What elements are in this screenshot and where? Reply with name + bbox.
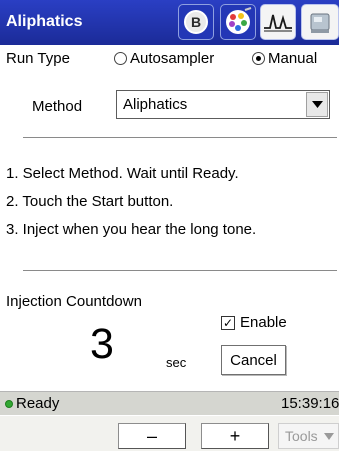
status-indicator-icon (5, 400, 13, 408)
radio-autosampler-label: Autosampler (130, 50, 215, 67)
cancel-button[interactable]: Cancel (221, 345, 286, 375)
method-select[interactable]: Aliphatics (116, 90, 330, 119)
injection-countdown-label: Injection Countdown (6, 293, 142, 310)
instruction-step: 2. Touch the Start button. (6, 193, 174, 210)
app-title: Aliphatics (6, 13, 83, 30)
instruction-step: 1. Select Method. Wait until Ready. (6, 165, 239, 182)
radio-manual[interactable]: Manual (252, 50, 317, 67)
instruction-step: 3. Inject when you hear the long tone. (6, 221, 257, 238)
enable-checkbox[interactable]: ✓ Enable (221, 314, 287, 331)
title-bar: Aliphatics B (0, 0, 339, 45)
status-time: 15:39:16 (281, 395, 339, 412)
run-type-label: Run Type (6, 50, 70, 67)
chevron-down-icon[interactable] (306, 92, 328, 117)
radio-circle (114, 52, 127, 65)
svg-text:B: B (191, 14, 201, 30)
method-label: Method (32, 98, 83, 115)
signal-waveform-icon[interactable] (260, 4, 296, 40)
divider-top (23, 137, 337, 138)
radio-autosampler[interactable]: Autosampler (114, 50, 214, 67)
plus-button[interactable]: + (201, 423, 269, 449)
tools-label: Tools (285, 428, 318, 444)
countdown-value: 3 (90, 320, 114, 368)
color-palette-icon[interactable] (220, 4, 256, 40)
chevron-down-icon (323, 432, 334, 440)
radio-circle-selected (252, 52, 265, 65)
method-selected-value: Aliphatics (123, 96, 188, 113)
b-circle-icon[interactable]: B (178, 4, 214, 40)
status-bar: Ready 15:39:16 (0, 391, 339, 415)
bottom-toolbar: – + Tools (0, 416, 339, 451)
instrument-icon[interactable] (301, 4, 339, 40)
divider-bottom (23, 270, 337, 271)
status-text: Ready (16, 395, 60, 412)
enable-label: Enable (240, 314, 287, 331)
radio-manual-label: Manual (268, 50, 318, 67)
minus-button[interactable]: – (118, 423, 186, 449)
countdown-unit: sec (166, 355, 187, 370)
tools-menu-button[interactable]: Tools (278, 423, 339, 449)
checkbox-check-icon[interactable]: ✓ (221, 315, 235, 330)
